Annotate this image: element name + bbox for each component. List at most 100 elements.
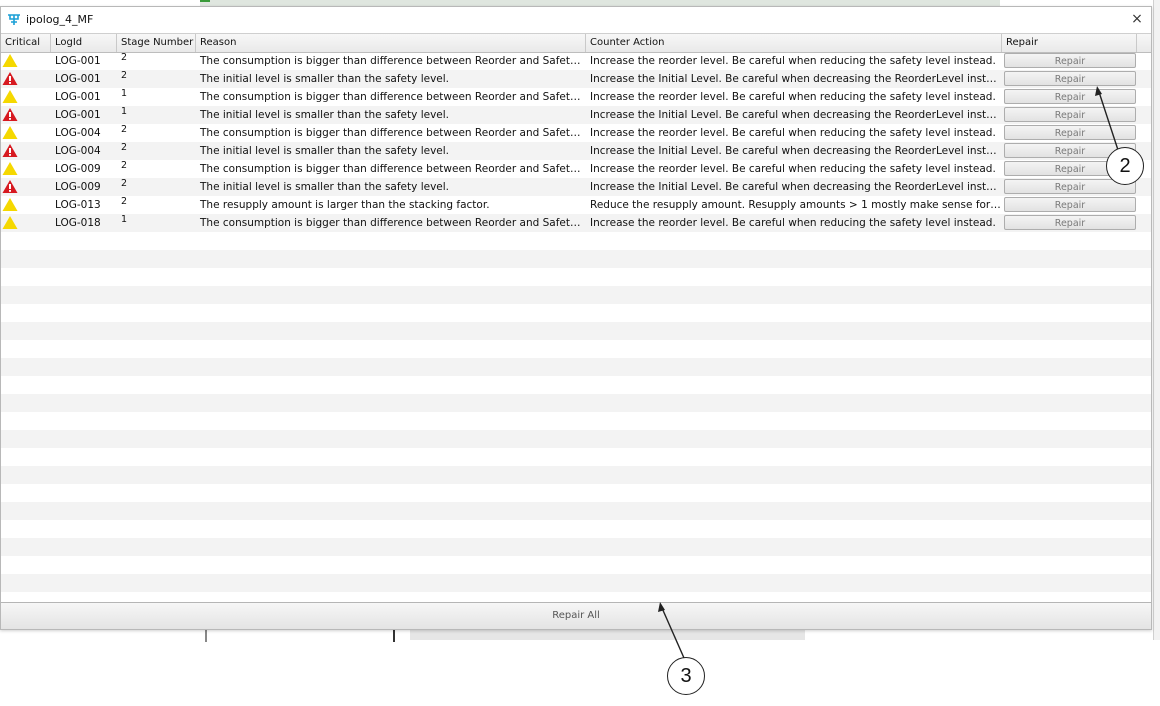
empty-row bbox=[1, 448, 1151, 466]
table-row[interactable]: LOG-004 2 The initial level is smaller tha… bbox=[1, 142, 1151, 160]
cell-stage: 2 bbox=[121, 196, 128, 207]
empty-row bbox=[1, 286, 1151, 304]
table-row[interactable]: LOG-001 1 The consumption is bigger than d… bbox=[1, 88, 1151, 106]
cell-logid: LOG-013 bbox=[55, 199, 101, 211]
table-row[interactable]: LOG-004 2 The consumption is bigger than d… bbox=[1, 124, 1151, 142]
empty-row bbox=[1, 340, 1151, 358]
cell-counter-action: Increase the reorder level. Be careful w… bbox=[590, 163, 996, 175]
repair-button[interactable]: Repair bbox=[1004, 197, 1136, 212]
cell-reason: The consumption is bigger than differenc… bbox=[200, 127, 586, 139]
cell-counter-action: Increase the reorder level. Be careful w… bbox=[590, 217, 996, 229]
table-row[interactable]: LOG-018 1 The consumption is bigger than d… bbox=[1, 214, 1151, 232]
repair-button[interactable]: Repair bbox=[1004, 89, 1136, 104]
warning-icon bbox=[2, 125, 18, 140]
cell-counter-action: Increase the Initial Level. Be careful w… bbox=[590, 145, 1002, 157]
warning-icon bbox=[2, 89, 18, 104]
table-row[interactable]: LOG-001 1 The initial level is smaller tha… bbox=[1, 106, 1151, 124]
cell-logid: LOG-018 bbox=[55, 217, 101, 229]
table-row[interactable]: LOG-001 2 The initial level is smaller tha… bbox=[1, 70, 1151, 88]
table-row[interactable]: LOG-009 2 The initial level is smaller tha… bbox=[1, 178, 1151, 196]
close-button[interactable]: × bbox=[1127, 9, 1147, 29]
cell-logid: LOG-001 bbox=[55, 55, 101, 67]
cell-logid: LOG-001 bbox=[55, 109, 101, 121]
callout-2: 2 bbox=[1106, 147, 1144, 185]
error-icon bbox=[2, 71, 18, 86]
cell-counter-action: Increase the reorder level. Be careful w… bbox=[590, 55, 996, 67]
empty-row bbox=[1, 250, 1151, 268]
column-header-counter-action[interactable]: Counter Action bbox=[586, 34, 1002, 52]
column-header-reason[interactable]: Reason bbox=[196, 34, 586, 52]
empty-row bbox=[1, 376, 1151, 394]
cell-logid: LOG-004 bbox=[55, 127, 101, 139]
cell-stage: 2 bbox=[121, 142, 128, 153]
table-body: LOG-001 2 The consumption is bigger than d… bbox=[1, 52, 1151, 592]
error-icon bbox=[2, 179, 18, 194]
error-icon bbox=[2, 143, 18, 158]
cell-logid: LOG-004 bbox=[55, 145, 101, 157]
cell-logid: LOG-009 bbox=[55, 181, 101, 193]
repair-button[interactable]: Repair bbox=[1004, 53, 1136, 68]
window-title: ipolog_4_MF bbox=[26, 12, 94, 26]
cell-logid: LOG-001 bbox=[55, 73, 101, 85]
repair-all-button[interactable]: Repair All bbox=[1, 602, 1151, 629]
background-app-edge bbox=[1153, 0, 1160, 640]
cell-stage: 2 bbox=[121, 70, 128, 81]
cell-reason: The resupply amount is larger than the s… bbox=[200, 199, 490, 211]
table-row[interactable]: LOG-013 2 The resupply amount is larger th… bbox=[1, 196, 1151, 214]
column-header-stage[interactable]: Stage Number bbox=[117, 34, 196, 52]
empty-row bbox=[1, 502, 1151, 520]
empty-row bbox=[1, 268, 1151, 286]
cell-stage: 1 bbox=[121, 88, 128, 99]
cell-counter-action: Reduce the resupply amount. Resupply amo… bbox=[590, 199, 1002, 211]
background-app-accent bbox=[200, 0, 210, 2]
callout-3: 3 bbox=[667, 657, 705, 695]
cell-reason: The initial level is smaller than the sa… bbox=[200, 109, 449, 121]
background-app-bottom bbox=[0, 630, 1160, 642]
repair-button[interactable]: Repair bbox=[1004, 107, 1136, 122]
cell-reason: The consumption is bigger than differenc… bbox=[200, 217, 586, 229]
cell-counter-action: Increase the Initial Level. Be careful w… bbox=[590, 181, 1002, 193]
cell-reason: The consumption is bigger than differenc… bbox=[200, 55, 586, 67]
cell-logid: LOG-001 bbox=[55, 91, 101, 103]
table-row[interactable]: LOG-009 2 The consumption is bigger than d… bbox=[1, 160, 1151, 178]
ipolog-dialog: ipolog_4_MF × Critical LogId Stage Numbe… bbox=[0, 6, 1152, 630]
cell-logid: LOG-009 bbox=[55, 163, 101, 175]
empty-row bbox=[1, 412, 1151, 430]
empty-row bbox=[1, 358, 1151, 376]
empty-row bbox=[1, 430, 1151, 448]
empty-row bbox=[1, 322, 1151, 340]
column-header-critical[interactable]: Critical bbox=[1, 34, 51, 52]
cell-stage: 1 bbox=[121, 106, 128, 117]
repair-button[interactable]: Repair bbox=[1004, 71, 1136, 86]
cell-counter-action: Increase the Initial Level. Be careful w… bbox=[590, 109, 1002, 121]
cell-stage: 2 bbox=[121, 178, 128, 189]
cell-counter-action: Increase the Initial Level. Be careful w… bbox=[590, 73, 1002, 85]
empty-row bbox=[1, 556, 1151, 574]
cell-stage: 2 bbox=[121, 124, 128, 135]
warning-icon bbox=[2, 53, 18, 68]
empty-row bbox=[1, 394, 1151, 412]
empty-row bbox=[1, 520, 1151, 538]
warning-icon bbox=[2, 161, 18, 176]
cell-counter-action: Increase the reorder level. Be careful w… bbox=[590, 127, 996, 139]
app-logo-icon bbox=[7, 12, 21, 26]
empty-row bbox=[1, 484, 1151, 502]
cell-reason: The initial level is smaller than the sa… bbox=[200, 145, 449, 157]
table-row[interactable]: LOG-001 2 The consumption is bigger than d… bbox=[1, 52, 1151, 70]
title-bar: ipolog_4_MF × bbox=[1, 7, 1151, 31]
cell-stage: 2 bbox=[121, 52, 128, 63]
cell-reason: The consumption is bigger than differenc… bbox=[200, 163, 586, 175]
empty-row bbox=[1, 538, 1151, 556]
empty-row bbox=[1, 232, 1151, 250]
cell-stage: 2 bbox=[121, 160, 128, 171]
cell-counter-action: Increase the reorder level. Be careful w… bbox=[590, 91, 996, 103]
column-header-filler bbox=[1137, 34, 1151, 52]
repair-button[interactable]: Repair bbox=[1004, 215, 1136, 230]
error-icon bbox=[2, 107, 18, 122]
cell-reason: The initial level is smaller than the sa… bbox=[200, 181, 449, 193]
repair-button[interactable]: Repair bbox=[1004, 125, 1136, 140]
empty-row bbox=[1, 466, 1151, 484]
column-header-repair[interactable]: Repair bbox=[1002, 34, 1137, 52]
warning-icon bbox=[2, 215, 18, 230]
column-header-logid[interactable]: LogId bbox=[51, 34, 117, 52]
